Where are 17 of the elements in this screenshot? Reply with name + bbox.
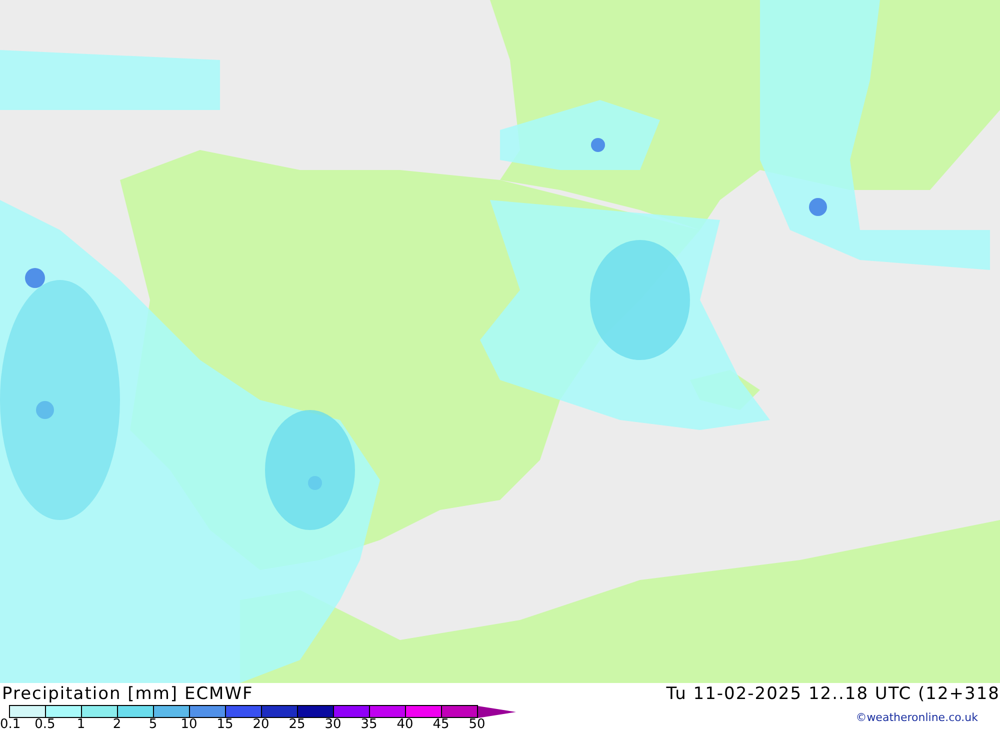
legend-label: 45 (432, 718, 450, 732)
legend-label: 15 (216, 718, 234, 732)
legend-label: 0.1 (0, 718, 22, 732)
legend-label: 40 (396, 718, 414, 732)
credit-text: ©weatheronline.co.uk (856, 711, 978, 724)
legend-label: 1 (76, 718, 86, 732)
map-title: Precipitation [mm] ECMWF (2, 684, 254, 704)
legend-label: 0.5 (34, 718, 56, 732)
legend-label: 20 (252, 718, 270, 732)
legend-label: 35 (360, 718, 378, 732)
legend-label: 10 (180, 718, 198, 732)
valid-time: Tu 11-02-2025 12..18 UTC (12+318 (666, 684, 1000, 704)
legend-label: 2 (112, 718, 122, 732)
legend-label: 50 (468, 718, 486, 732)
legend-label: 25 (288, 718, 306, 732)
legend-label: 30 (324, 718, 342, 732)
legend-label: 5 (148, 718, 158, 732)
